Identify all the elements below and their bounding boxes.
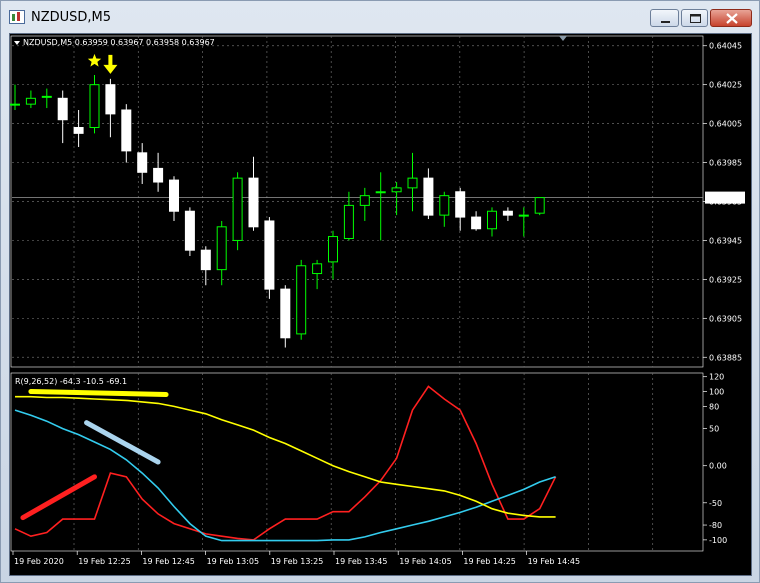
candle-body [391,187,402,193]
indicator-axis-label: 100 [709,388,724,397]
indicator-series-line [15,395,556,518]
candle-body [375,191,386,194]
chart-area[interactable]: 0.640450.640250.640050.639850.639650.639… [9,33,752,576]
indicator-axis-label: -100 [709,536,727,545]
candle-body [518,214,529,217]
candle-body [169,179,179,212]
drawn-trend-line [20,474,97,521]
candle-body [487,210,497,230]
candle-body [439,195,450,216]
price-axis-label: 0.63925 [709,275,742,284]
chart-shift-marker-icon [559,36,567,41]
time-axis-label: 19 Feb 13:05 [207,557,259,566]
time-axis-label: 19 Feb 14:45 [528,557,580,566]
price-axis-label: 0.64045 [709,42,742,51]
candle-body [137,152,148,173]
window-title: NZDUSD,M5 [31,10,112,25]
candle-body [153,167,164,183]
terminal-chart-window: NZDUSD,M5 0.64045 0.64025 0.64005 0.63985 0.… [0,0,760,583]
price-panel-header: NZDUSD,M5 0.63959 0.63967 0.63958 0.6396… [23,38,215,47]
candle-body [73,127,84,134]
candle-body [89,84,100,129]
chart-window-icon [9,10,25,24]
time-axis-label: 19 Feb 2020 [14,557,64,566]
indicator-series-line [14,385,557,541]
price-axis-label: 0.63985 [709,159,742,168]
minimize-button[interactable] [650,9,679,27]
candle-body [216,226,227,271]
maximize-button[interactable] [681,9,708,27]
candle-body [25,97,36,105]
minimize-icon [661,21,670,23]
candle-body [455,191,466,218]
indicator-axis-label: -80 [709,521,722,530]
price-axis-label: 0.63905 [709,314,742,323]
indicator-axis-label: -50 [709,499,722,508]
candle-body [296,265,307,335]
time-axis-label: 19 Feb 13:45 [335,557,387,566]
indicator-axis-label: 80 [709,402,719,411]
candle-body [184,210,195,251]
time-axis-label: 19 Feb 14:25 [463,557,515,566]
candle-body [471,216,482,230]
current-price-label: 0.63967 [708,194,741,203]
candle-body [343,204,354,239]
chart-canvas[interactable]: 0.640450.640250.640050.639850.639650.639… [10,34,753,577]
indicator-axis-label: 50 [709,425,719,434]
drawn-trend-line [28,389,169,398]
candle-body [359,195,370,206]
price-axis-label: 0.63945 [709,236,742,245]
indicator-panel-header: R(9,26,52) -64.3 -10.5 -69.1 [15,377,127,386]
close-icon [726,13,738,24]
symbol-dropdown-icon [14,41,20,45]
close-button[interactable] [710,9,752,27]
candle-body [328,236,338,263]
candle-body [10,103,20,106]
candle-body [41,95,52,98]
candle-body [57,97,68,121]
window-titlebar[interactable]: NZDUSD,M5 [1,1,759,33]
candle-body [423,177,434,216]
candle-body [264,220,275,290]
time-axis-label: 19 Feb 13:25 [271,557,323,566]
indicator-axis-label: 120 [709,373,724,382]
time-axis-label: 19 Feb 12:25 [78,557,130,566]
drawn-trend-line [84,420,161,465]
indicator-axis-label: 0.00 [709,462,727,471]
candle-body [200,249,211,271]
price-axis-label: 0.64005 [709,120,742,129]
candle-body [407,177,418,189]
candle-body [534,197,545,214]
maximize-icon [690,14,701,23]
time-axis-label: 19 Feb 14:05 [399,557,451,566]
candle-body [280,288,291,339]
candle-body [121,109,132,152]
candle-body [248,177,259,228]
candle-body [312,263,323,275]
price-axis-label: 0.64025 [709,81,742,90]
time-axis-label: 19 Feb 12:45 [142,557,194,566]
price-axis-label: 0.63885 [709,353,742,362]
candle-body [232,177,243,241]
candle-body [105,84,116,115]
candle-body [502,210,513,216]
down-arrow-icon [103,54,118,74]
star-icon [87,53,102,67]
